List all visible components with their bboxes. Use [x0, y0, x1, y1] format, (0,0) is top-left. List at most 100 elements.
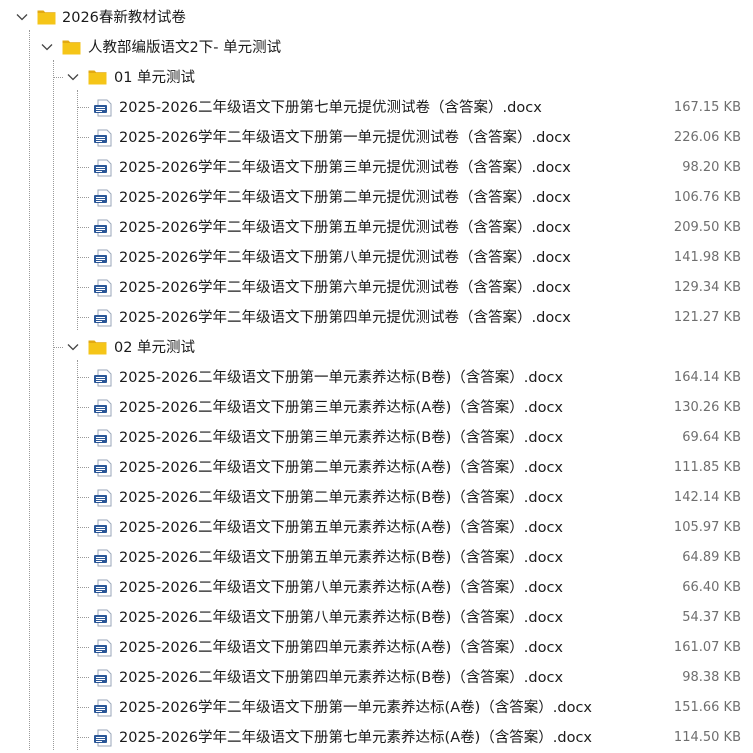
group-folder-label: 02 单元测试	[114, 340, 196, 356]
docx-file-icon	[94, 429, 112, 447]
file-name: 2025-2026二年级语文下册第八单元素养达标(A卷)（含答案）.docx	[119, 580, 564, 596]
file-name: 2025-2026二年级语文下册第七单元提优测试卷（含答案）.docx	[119, 100, 542, 116]
tree-connector	[77, 527, 89, 528]
file-size: 64.89 KB	[682, 550, 741, 565]
file-size: 106.76 KB	[673, 190, 741, 205]
tree-connector	[77, 137, 89, 138]
file-size: 66.40 KB	[682, 580, 741, 595]
tree-connector	[77, 317, 89, 318]
docx-file-icon	[94, 669, 112, 687]
docx-file-icon	[94, 489, 112, 507]
file-name: 2025-2026二年级语文下册第三单元素养达标(B卷)（含答案）.docx	[119, 430, 564, 446]
tree-connector	[77, 197, 89, 198]
file-name: 2025-2026二年级语文下册第八单元素养达标(B卷)（含答案）.docx	[119, 610, 564, 626]
docx-file-icon	[94, 99, 112, 117]
tree-connector	[53, 77, 63, 78]
chevron-down-icon[interactable]	[66, 340, 80, 354]
docx-file-icon	[94, 699, 112, 717]
file-size: 98.20 KB	[682, 160, 741, 175]
tree-connector	[77, 587, 89, 588]
docx-file-icon	[94, 309, 112, 327]
file-name: 2025-2026二年级语文下册第五单元素养达标(A卷)（含答案）.docx	[119, 520, 564, 536]
file-name: 2025-2026学年二年级语文下册第三单元提优测试卷（含答案）.docx	[119, 160, 571, 176]
tree-connector	[77, 227, 89, 228]
file-size: 209.50 KB	[673, 220, 741, 235]
tree-connector	[77, 107, 89, 108]
root-folder-label: 2026春新教材试卷	[62, 10, 186, 26]
tree-connector	[77, 647, 89, 648]
tree-node-root[interactable]: 2026春新教材试卷	[0, 3, 753, 33]
chevron-down-icon[interactable]	[40, 40, 54, 54]
file-row[interactable]: 2025-2026学年二年级语文下册第一单元提优测试卷（含答案）.docx 22…	[0, 123, 753, 153]
file-row[interactable]: 2025-2026二年级语文下册第二单元素养达标(B卷)（含答案）.docx 1…	[0, 483, 753, 513]
tree-node-group-01[interactable]: 01 单元测试	[0, 63, 753, 93]
tree-connector	[77, 677, 89, 678]
file-size: 111.85 KB	[673, 460, 741, 475]
file-row[interactable]: 2025-2026学年二年级语文下册第二单元提优测试卷（含答案）.docx 10…	[0, 183, 753, 213]
file-row[interactable]: 2025-2026二年级语文下册第三单元素养达标(B卷)（含答案）.docx 6…	[0, 423, 753, 453]
file-name: 2025-2026二年级语文下册第三单元素养达标(A卷)（含答案）.docx	[119, 400, 564, 416]
file-row[interactable]: 2025-2026二年级语文下册第五单元素养达标(B卷)（含答案）.docx 6…	[0, 543, 753, 573]
file-size: 98.38 KB	[682, 670, 741, 685]
docx-file-icon	[94, 279, 112, 297]
tree-node-group-02[interactable]: 02 单元测试	[0, 333, 753, 363]
file-row[interactable]: 2025-2026学年二年级语文下册第三单元提优测试卷（含答案）.docx 98…	[0, 153, 753, 183]
docx-file-icon	[94, 639, 112, 657]
docx-file-icon	[94, 159, 112, 177]
tree-connector	[77, 377, 89, 378]
tree-connector	[77, 467, 89, 468]
docx-file-icon	[94, 369, 112, 387]
tree-connector	[77, 257, 89, 258]
file-row[interactable]: 2025-2026二年级语文下册第八单元素养达标(B卷)（含答案）.docx 5…	[0, 603, 753, 633]
file-row[interactable]: 2025-2026二年级语文下册第三单元素养达标(A卷)（含答案）.docx 1…	[0, 393, 753, 423]
file-name: 2025-2026二年级语文下册第四单元素养达标(B卷)（含答案）.docx	[119, 670, 564, 686]
tree-connector	[77, 287, 89, 288]
file-name: 2025-2026学年二年级语文下册第一单元素养达标(A卷)（含答案）.docx	[119, 700, 593, 716]
file-name: 2025-2026二年级语文下册第二单元素养达标(B卷)（含答案）.docx	[119, 490, 564, 506]
docx-file-icon	[94, 609, 112, 627]
file-size: 164.14 KB	[673, 370, 741, 385]
tree-node-subject[interactable]: 人教部编版语文2下- 单元测试	[0, 33, 753, 63]
docx-file-icon	[94, 249, 112, 267]
tree-connector	[77, 707, 89, 708]
file-row[interactable]: 2025-2026二年级语文下册第八单元素养达标(A卷)（含答案）.docx 6…	[0, 573, 753, 603]
file-row[interactable]: 2025-2026学年二年级语文下册第七单元素养达标(A卷)（含答案）.docx…	[0, 723, 753, 753]
docx-file-icon	[94, 459, 112, 477]
file-size: 105.97 KB	[673, 520, 741, 535]
file-row[interactable]: 2025-2026二年级语文下册第五单元素养达标(A卷)（含答案）.docx 1…	[0, 513, 753, 543]
chevron-down-icon[interactable]	[15, 10, 29, 24]
docx-file-icon	[94, 729, 112, 747]
file-row[interactable]: 2025-2026二年级语文下册第四单元素养达标(A卷)（含答案）.docx 1…	[0, 633, 753, 663]
tree-connector	[77, 617, 89, 618]
file-size: 226.06 KB	[673, 130, 741, 145]
subject-folder-label: 人教部编版语文2下- 单元测试	[88, 40, 282, 56]
docx-file-icon	[94, 519, 112, 537]
file-name: 2025-2026学年二年级语文下册第八单元提优测试卷（含答案）.docx	[119, 250, 571, 266]
file-row[interactable]: 2025-2026学年二年级语文下册第五单元提优测试卷（含答案）.docx 20…	[0, 213, 753, 243]
docx-file-icon	[94, 399, 112, 417]
tree-connector	[53, 347, 63, 348]
folder-icon	[62, 40, 81, 55]
file-size: 129.34 KB	[673, 280, 741, 295]
docx-file-icon	[94, 129, 112, 147]
file-row[interactable]: 2025-2026二年级语文下册第一单元素养达标(B卷)（含答案）.docx 1…	[0, 363, 753, 393]
chevron-down-icon[interactable]	[66, 70, 80, 84]
group-folder-label: 01 单元测试	[114, 70, 196, 86]
tree-connector	[77, 437, 89, 438]
file-name: 2025-2026二年级语文下册第二单元素养达标(A卷)（含答案）.docx	[119, 460, 564, 476]
file-row[interactable]: 2025-2026二年级语文下册第四单元素养达标(B卷)（含答案）.docx 9…	[0, 663, 753, 693]
tree-connector	[77, 737, 89, 738]
file-row[interactable]: 2025-2026学年二年级语文下册第四单元提优测试卷（含答案）.docx 12…	[0, 303, 753, 333]
file-row[interactable]: 2025-2026二年级语文下册第二单元素养达标(A卷)（含答案）.docx 1…	[0, 453, 753, 483]
file-row[interactable]: 2025-2026学年二年级语文下册第一单元素养达标(A卷)（含答案）.docx…	[0, 693, 753, 723]
file-row[interactable]: 2025-2026学年二年级语文下册第六单元提优测试卷（含答案）.docx 12…	[0, 273, 753, 303]
file-row[interactable]: 2025-2026学年二年级语文下册第八单元提优测试卷（含答案）.docx 14…	[0, 243, 753, 273]
file-size: 114.50 KB	[673, 730, 741, 745]
folder-icon	[88, 340, 107, 355]
file-row[interactable]: 2025-2026二年级语文下册第七单元提优测试卷（含答案）.docx 167.…	[0, 93, 753, 123]
file-name: 2025-2026学年二年级语文下册第四单元提优测试卷（含答案）.docx	[119, 310, 571, 326]
file-name: 2025-2026二年级语文下册第四单元素养达标(A卷)（含答案）.docx	[119, 640, 564, 656]
file-size: 54.37 KB	[682, 610, 741, 625]
folder-icon	[88, 70, 107, 85]
docx-file-icon	[94, 189, 112, 207]
